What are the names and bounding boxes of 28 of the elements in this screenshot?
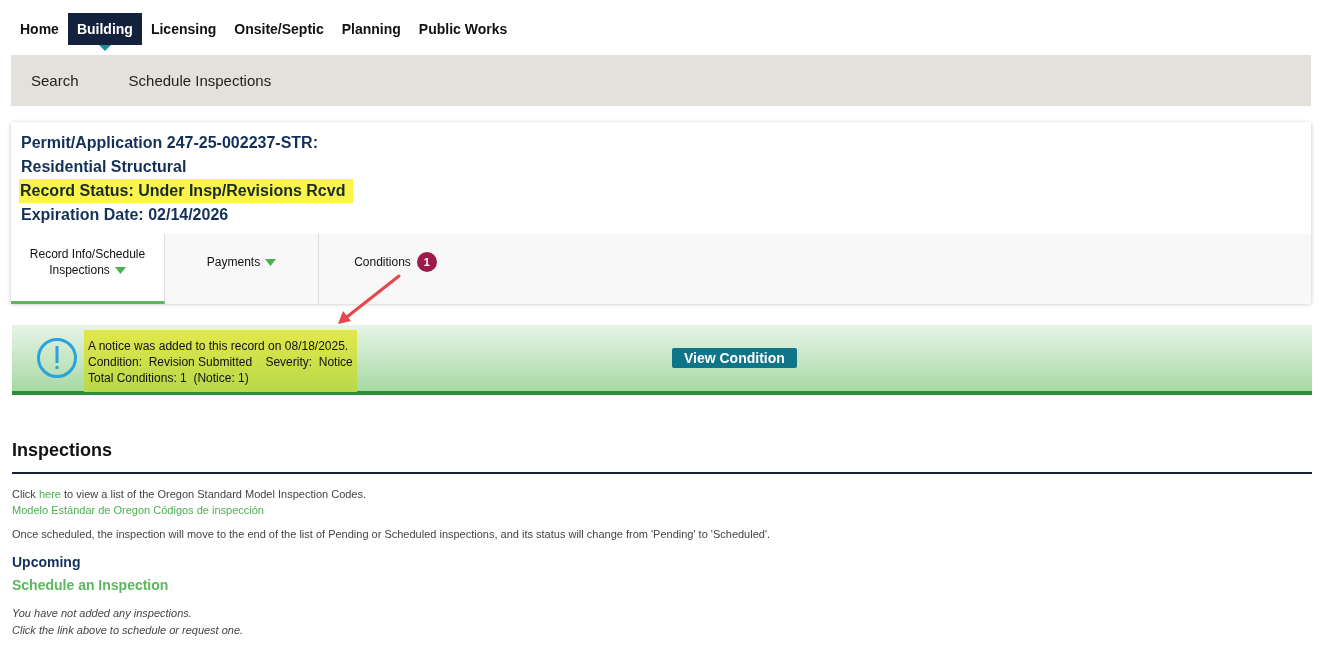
nav-tab[interactable]: Licensing [141, 13, 226, 45]
notice-text: Total Conditions: 1 (Notice: 1) [88, 370, 250, 386]
empty-message: You have not added any inspections. [12, 607, 192, 619]
view-condition-button[interactable]: View Condition [671, 348, 797, 368]
info-text: Once scheduled, the inspection will move to the end of the list of Pending or Scheduled inspections, and its status will change from 'Pending' to 'Scheduled'. [12, 528, 772, 540]
nav-tab[interactable]: Public Works [409, 13, 517, 45]
record-line: Permit/Application 247-25-002237-STR: [20, 133, 319, 153]
empty-message: Click the link above to schedule or request one. [12, 624, 244, 636]
codes-text: Click here to view a list of the Oregon Standard Model Inspection Codes. [12, 488, 368, 500]
caret-icon [114, 267, 126, 274]
info-icon [36, 337, 78, 379]
nav-tab[interactable]: Onsite/Septic [225, 13, 333, 45]
record-tab[interactable]: Record Info/Schedule Inspections [11, 234, 165, 304]
notice-text: Condition: Revision Submitted Severity: Notice [88, 354, 353, 370]
notice-text: A notice was added to this record on 08/18/2025. [88, 338, 350, 354]
caret-icon [265, 259, 277, 266]
subnav-link[interactable]: Search [31, 72, 79, 89]
nav-tab[interactable]: Home [11, 13, 68, 45]
record-line: Expiration Date: 02/14/2026 [20, 205, 230, 225]
record-tab[interactable]: Payments [165, 234, 319, 304]
nav-tab[interactable]: Planning [332, 13, 410, 45]
record-line: Residential Structural [20, 157, 188, 177]
record-tab[interactable]: Conditions 1 [319, 234, 472, 304]
annotation-arrow [338, 274, 401, 324]
subsection-title: Upcoming [12, 553, 82, 572]
section-title: Inspections [12, 439, 114, 462]
subnav-link[interactable]: Schedule Inspections [128, 72, 272, 89]
count-badge: 1 [416, 252, 437, 272]
